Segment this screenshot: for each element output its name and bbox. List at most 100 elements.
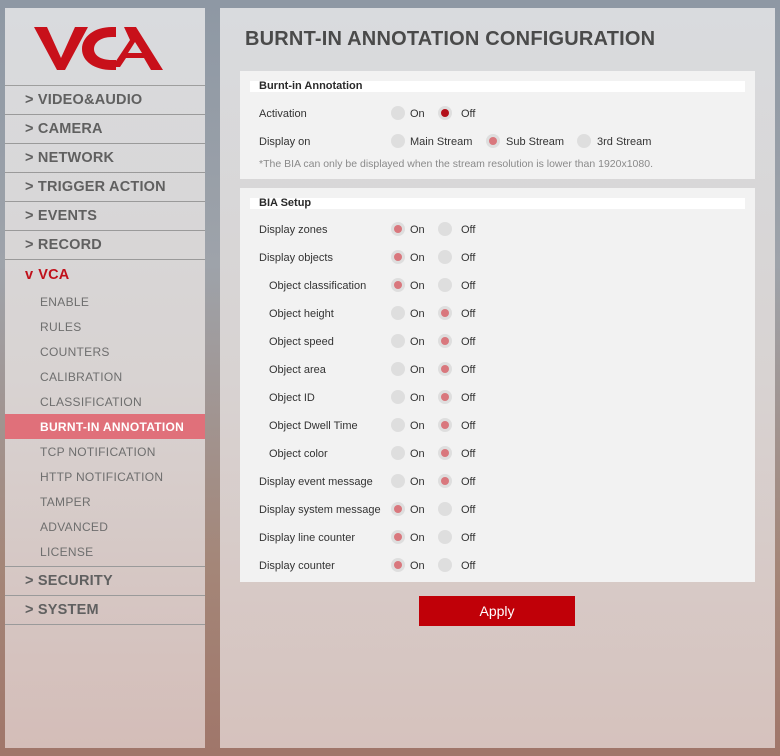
setup-off-radio[interactable] xyxy=(438,334,452,348)
setup-row-label: Object classification xyxy=(269,280,367,292)
setup-off-label: Off xyxy=(461,448,476,460)
setup-row: Object ID On Off xyxy=(240,389,755,409)
activation-on-radio[interactable] xyxy=(391,106,405,120)
setup-row: Object height On Off xyxy=(240,305,755,325)
setup-on-radio[interactable] xyxy=(391,362,405,376)
setup-on-label: On xyxy=(410,280,425,292)
nav-sub-rules[interactable]: RULES xyxy=(5,314,205,339)
setup-row: Object area On Off xyxy=(240,361,755,381)
nav-system[interactable]: > SYSTEM xyxy=(5,596,205,625)
vca-submenu: ENABLE RULES COUNTERS CALIBRATION CLASSI… xyxy=(5,289,205,567)
setup-on-radio[interactable] xyxy=(391,250,405,264)
setup-off-radio[interactable] xyxy=(438,530,452,544)
setup-on-radio[interactable] xyxy=(391,334,405,348)
setup-on-label: On xyxy=(410,420,425,432)
setup-row-label: Object Dwell Time xyxy=(269,420,358,432)
setup-on-label: On xyxy=(410,392,425,404)
setup-off-radio[interactable] xyxy=(438,250,452,264)
sidebar: > VIDEO&AUDIO > CAMERA > NETWORK > TRIGG… xyxy=(5,8,205,748)
nav-video-audio[interactable]: > VIDEO&AUDIO xyxy=(5,86,205,115)
setup-row-label: Display counter xyxy=(259,560,335,572)
setup-row-label: Display system message xyxy=(259,504,381,516)
activation-off-radio[interactable] xyxy=(438,106,452,120)
setup-off-radio[interactable] xyxy=(438,418,452,432)
setup-row: Display counter On Off xyxy=(240,557,755,577)
nav-sub-enable[interactable]: ENABLE xyxy=(5,289,205,314)
setup-off-label: Off xyxy=(461,504,476,516)
nav-record[interactable]: > RECORD xyxy=(5,231,205,260)
setup-on-label: On xyxy=(410,532,425,544)
setup-on-radio[interactable] xyxy=(391,390,405,404)
setup-off-label: Off xyxy=(461,420,476,432)
setup-off-radio[interactable] xyxy=(438,558,452,572)
nav-vca[interactable]: v VCA xyxy=(5,260,205,289)
sub-stream-radio[interactable] xyxy=(486,134,500,148)
nav-sub-calibration[interactable]: CALIBRATION xyxy=(5,364,205,389)
bia-panel: Burnt-in Annotation Activation On Off Di… xyxy=(240,71,755,179)
nav-sub-advanced[interactable]: ADVANCED xyxy=(5,514,205,539)
setup-off-radio[interactable] xyxy=(438,362,452,376)
nav-vca-label: VCA xyxy=(38,266,70,283)
setup-off-radio[interactable] xyxy=(438,306,452,320)
setup-row: Object speed On Off xyxy=(240,333,755,353)
setup-off-radio[interactable] xyxy=(438,222,452,236)
bia-setup-header: BIA Setup xyxy=(250,198,745,209)
setup-row-label: Object height xyxy=(269,308,334,320)
setup-row: Object color On Off xyxy=(240,445,755,465)
third-stream-label: 3rd Stream xyxy=(597,136,652,148)
main-content: BURNT-IN ANNOTATION CONFIGURATION Burnt-… xyxy=(220,8,775,748)
setup-off-label: Off xyxy=(461,336,476,348)
setup-on-label: On xyxy=(410,448,425,460)
setup-row-label: Display objects xyxy=(259,252,333,264)
setup-row-label: Object color xyxy=(269,448,328,460)
third-stream-radio[interactable] xyxy=(577,134,591,148)
nav-network[interactable]: > NETWORK xyxy=(5,144,205,173)
nav-sub-tcp-notification[interactable]: TCP NOTIFICATION xyxy=(5,439,205,464)
nav-sub-tamper[interactable]: TAMPER xyxy=(5,489,205,514)
setup-off-label: Off xyxy=(461,252,476,264)
chevron-down-icon: v xyxy=(25,266,34,283)
setup-on-radio[interactable] xyxy=(391,418,405,432)
main-stream-radio[interactable] xyxy=(391,134,405,148)
setup-on-label: On xyxy=(410,364,425,376)
setup-on-radio[interactable] xyxy=(391,306,405,320)
setup-on-radio[interactable] xyxy=(391,502,405,516)
setup-on-radio[interactable] xyxy=(391,558,405,572)
apply-button[interactable]: Apply xyxy=(419,596,575,626)
vca-logo xyxy=(5,8,205,86)
setup-off-radio[interactable] xyxy=(438,502,452,516)
activation-on-label: On xyxy=(410,108,425,120)
setup-row: Object Dwell Time On Off xyxy=(240,417,755,437)
nav-sub-classification[interactable]: CLASSIFICATION xyxy=(5,389,205,414)
setup-row: Display line counter On Off xyxy=(240,529,755,549)
nav-trigger-action[interactable]: > TRIGGER ACTION xyxy=(5,173,205,202)
activation-row: Activation On Off xyxy=(240,105,755,125)
display-on-label: Display on xyxy=(259,136,311,148)
setup-on-radio[interactable] xyxy=(391,530,405,544)
setup-off-label: Off xyxy=(461,364,476,376)
setup-on-radio[interactable] xyxy=(391,278,405,292)
nav-camera[interactable]: > CAMERA xyxy=(5,115,205,144)
setup-row: Object classification On Off xyxy=(240,277,755,297)
setup-row-label: Object speed xyxy=(269,336,334,348)
nav-sub-license[interactable]: LICENSE xyxy=(5,539,205,564)
setup-off-radio[interactable] xyxy=(438,446,452,460)
nav-events[interactable]: > EVENTS xyxy=(5,202,205,231)
setup-row-label: Object ID xyxy=(269,392,315,404)
setup-off-label: Off xyxy=(461,532,476,544)
setup-off-radio[interactable] xyxy=(438,474,452,488)
setup-on-label: On xyxy=(410,504,425,516)
setup-on-radio[interactable] xyxy=(391,474,405,488)
setup-off-radio[interactable] xyxy=(438,278,452,292)
setup-on-label: On xyxy=(410,308,425,320)
setup-on-radio[interactable] xyxy=(391,222,405,236)
setup-off-label: Off xyxy=(461,224,476,236)
nav-sub-http-notification[interactable]: HTTP NOTIFICATION xyxy=(5,464,205,489)
setup-on-radio[interactable] xyxy=(391,446,405,460)
nav-sub-burnt-in-annotation[interactable]: BURNT-IN ANNOTATION xyxy=(5,414,205,439)
setup-off-label: Off xyxy=(461,560,476,572)
setup-off-radio[interactable] xyxy=(438,390,452,404)
setup-row-label: Display line counter xyxy=(259,532,355,544)
nav-sub-counters[interactable]: COUNTERS xyxy=(5,339,205,364)
nav-security[interactable]: > SECURITY xyxy=(5,567,205,596)
